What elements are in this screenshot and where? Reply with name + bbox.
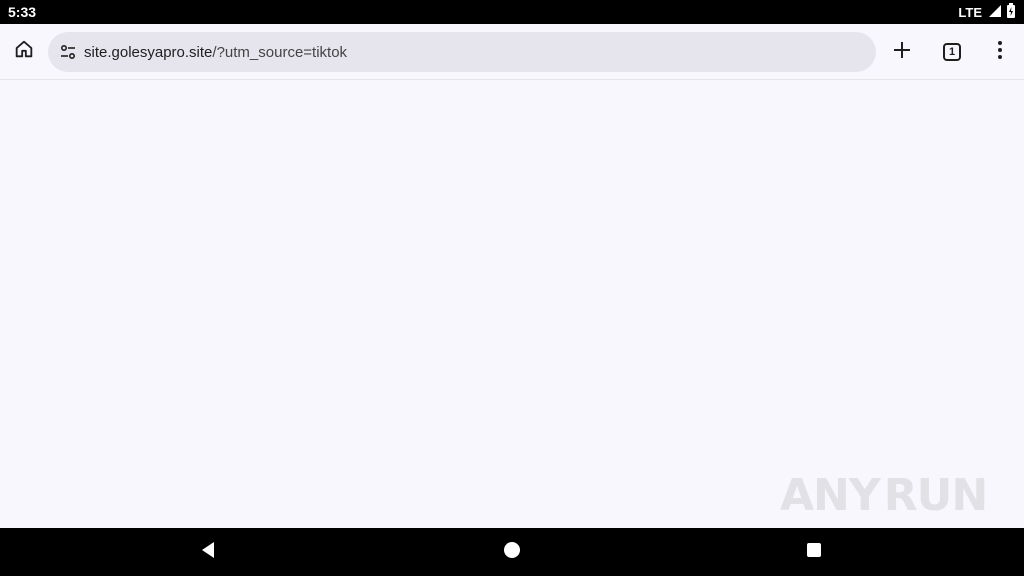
system-nav-bar	[0, 528, 1024, 576]
url-host: site.golesyapro.site	[84, 43, 213, 61]
url-text: site.golesyapro.site/?utm_source=tiktok	[84, 44, 347, 61]
back-icon	[200, 541, 216, 564]
tune-icon[interactable]	[56, 40, 80, 64]
home-circle-icon	[503, 541, 521, 564]
page-content	[0, 81, 1024, 528]
back-button[interactable]	[192, 536, 224, 568]
recents-icon	[806, 542, 822, 563]
status-time: 5:33	[8, 4, 37, 20]
watermark-left-text: ANY	[780, 469, 881, 521]
tab-switcher-icon: 1	[943, 43, 961, 61]
home-nav-button[interactable]	[496, 536, 528, 568]
address-bar[interactable]: site.golesyapro.site/?utm_source=tiktok	[48, 32, 876, 72]
more-options-button[interactable]	[976, 28, 1024, 76]
plus-icon	[892, 40, 912, 65]
network-type: LTE	[958, 4, 982, 20]
battery-icon	[1006, 2, 1016, 22]
recents-button[interactable]	[798, 536, 830, 568]
url-path: /?utm_source=tiktok	[212, 43, 348, 61]
anyrun-watermark: ANY RUN	[780, 464, 988, 526]
watermark-right-text: RUN	[883, 469, 988, 521]
status-bar: 5:33 LTE	[0, 0, 1024, 24]
tab-switcher-button[interactable]: 1	[928, 28, 976, 76]
new-tab-button[interactable]	[878, 28, 926, 76]
signal-icon	[988, 4, 1002, 21]
status-icons: LTE	[958, 2, 1016, 22]
more-vert-icon	[997, 40, 1003, 65]
home-button[interactable]	[0, 28, 48, 76]
browser-toolbar: site.golesyapro.site/?utm_source=tiktok …	[0, 24, 1024, 80]
home-icon	[13, 38, 35, 65]
